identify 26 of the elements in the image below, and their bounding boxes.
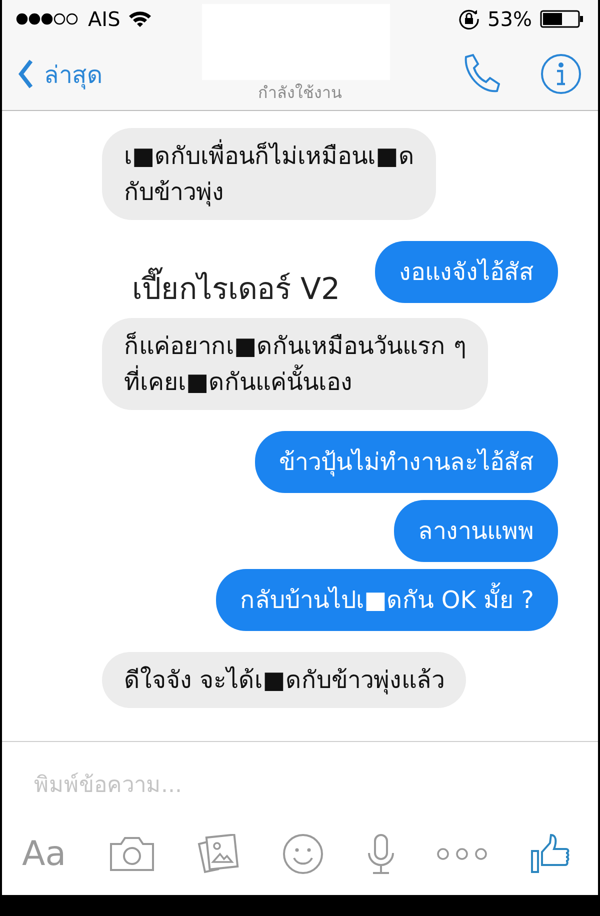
sent-message: ข้าวปุ้นไม่ทำงานละไอ้สัส xyxy=(255,431,558,493)
chevron-icon[interactable] xyxy=(18,59,34,89)
carrier-name: AIS xyxy=(88,7,120,31)
rotation-lock-icon xyxy=(458,8,480,30)
received-message: เ■ดกับเพื่อนก็ไม่เหมือนเ■ด กับข้าวพุ่ง xyxy=(102,128,436,220)
camera-icon[interactable] xyxy=(108,836,155,872)
back-button[interactable]: ล่าสุด xyxy=(18,54,103,94)
signal-icon xyxy=(16,12,80,26)
received-message: ก็แค่อยากเ■ดกันเหมือนวันแรก ๆ ที่เคยเ■ดกันแค่นั้นเอง xyxy=(102,318,488,410)
battery-icon xyxy=(540,10,584,28)
battery-percent: 53% xyxy=(488,7,532,31)
wifi-icon xyxy=(128,10,152,28)
overlay-caption: เปี๊ยกไรเดอร์ V2 xyxy=(102,268,340,312)
photos-icon[interactable] xyxy=(197,834,240,874)
sent-message: ลางานแพพ xyxy=(394,500,558,562)
sent-message: กลับบ้านไปเ■ดกัน OK มั้ย ? xyxy=(216,569,558,631)
active-status: กำลังใช้งาน xyxy=(258,83,342,102)
more-icon[interactable] xyxy=(437,848,488,860)
info-icon[interactable] xyxy=(540,53,582,95)
message-input[interactable]: พิมพ์ข้อความ... xyxy=(32,772,536,799)
thumbs-up-icon[interactable] xyxy=(530,834,570,874)
emoji-icon[interactable] xyxy=(282,833,324,875)
sent-message: งอแงจังไอ้สัส xyxy=(375,241,558,303)
text-format-button[interactable]: Aa xyxy=(22,834,66,874)
microphone-icon[interactable] xyxy=(366,833,395,875)
received-message: ดีใจจัง จะได้เ■ดกับข้าวพุ่งแล้ว xyxy=(102,652,466,708)
